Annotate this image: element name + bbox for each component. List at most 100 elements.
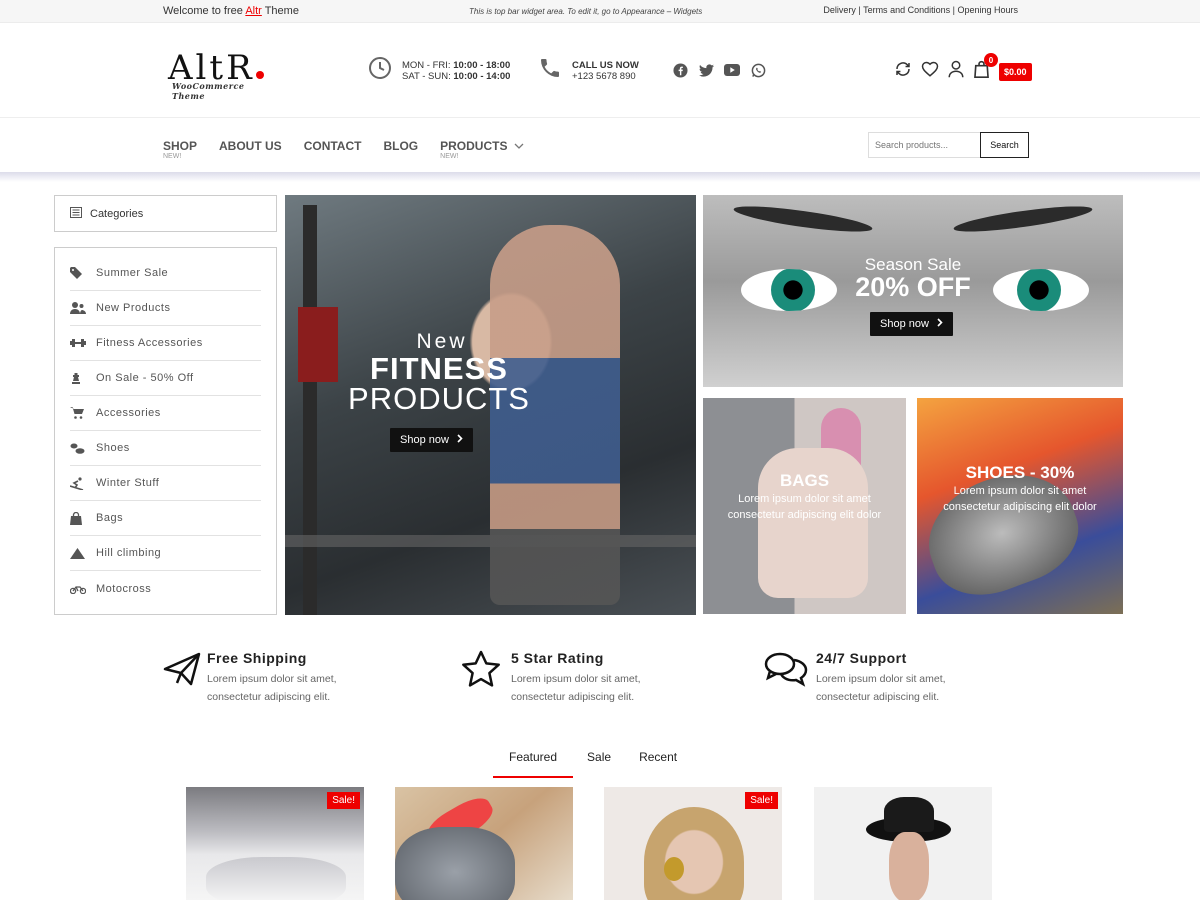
nav-item-about-us[interactable]: ABOUT US bbox=[219, 139, 282, 153]
banner-bags[interactable]: BAGS Lorem ipsum dolor sit amet consecte… bbox=[703, 398, 906, 614]
category-shoes[interactable]: Shoes bbox=[70, 431, 261, 466]
category-hill-climbing[interactable]: Hill climbing bbox=[70, 536, 261, 571]
category-label: On Sale - 50% Off bbox=[96, 372, 194, 384]
feature-text: Lorem ipsum dolor sit amet, consectetur … bbox=[816, 673, 946, 703]
category-fitness-accessories[interactable]: Fitness Accessories bbox=[70, 326, 261, 361]
nav-item-contact[interactable]: CONTACT bbox=[304, 139, 362, 153]
category-label: Shoes bbox=[96, 442, 130, 454]
category-summer-sale[interactable]: Summer Sale bbox=[70, 256, 261, 291]
clock-icon bbox=[368, 56, 392, 85]
product-image bbox=[206, 857, 346, 900]
feature-support: 24/7 Support Lorem ipsum dolor sit amet,… bbox=[764, 650, 1001, 706]
product-image-hat bbox=[884, 797, 934, 832]
category-accessories[interactable]: Accessories bbox=[70, 396, 261, 431]
product-card[interactable] bbox=[814, 787, 992, 900]
phone-icon bbox=[538, 56, 562, 85]
cart-button[interactable]: 0 bbox=[973, 53, 998, 83]
top-bar: Welcome to free Altr Theme This is top b… bbox=[0, 0, 1200, 23]
banner-shoes-title: SHOES - 30% bbox=[965, 463, 1075, 482]
banner-fitness-shop-button[interactable]: Shop now bbox=[390, 428, 473, 452]
product-tabs: Featured Sale Recent bbox=[493, 750, 693, 778]
categories-title: Categories bbox=[90, 207, 144, 220]
whatsapp-icon[interactable] bbox=[750, 62, 766, 78]
nav-item-new-tag: NEW! bbox=[440, 153, 459, 160]
mountain-icon bbox=[70, 547, 96, 559]
banner-season-caption: Season Sale 20% OFF bbox=[703, 255, 1123, 302]
nav-item-products[interactable]: PRODUCTS NEW! bbox=[440, 139, 524, 160]
category-label: Bags bbox=[96, 512, 124, 524]
shoe-icon bbox=[70, 443, 96, 454]
youtube-icon[interactable] bbox=[724, 62, 740, 78]
category-on-sale[interactable]: On Sale - 50% Off bbox=[70, 361, 261, 396]
facebook-icon[interactable] bbox=[672, 62, 688, 78]
banner-season-sale[interactable]: Season Sale 20% OFF Shop now bbox=[703, 195, 1123, 387]
banner-fitness-caption: New FITNESS PRODUCTS bbox=[285, 330, 585, 414]
main-navigation: SHOP NEW! ABOUT US CONTACT BLOG PRODUCTS… bbox=[0, 118, 1200, 173]
category-label: New Products bbox=[96, 302, 171, 314]
paper-plane-icon bbox=[163, 650, 207, 706]
compare-icon[interactable] bbox=[894, 60, 912, 83]
tag-icon bbox=[70, 267, 96, 279]
feature-title: 5 Star Rating bbox=[511, 650, 604, 666]
nav-item-label: CONTACT bbox=[303, 139, 362, 153]
banner-season-shop-button[interactable]: Shop now bbox=[870, 312, 953, 336]
chevron-down-icon bbox=[511, 139, 524, 153]
sale-badge: Sale! bbox=[745, 792, 778, 809]
site-logo[interactable]: AltR WooCommerce Theme bbox=[168, 51, 264, 101]
banner-shoes[interactable]: SHOES - 30% Lorem ipsum dolor sit amet c… bbox=[917, 398, 1123, 614]
product-image bbox=[644, 807, 744, 900]
banner-season-line2: 20% OFF bbox=[855, 272, 971, 302]
account-user-icon[interactable] bbox=[948, 60, 964, 83]
nav-item-blog[interactable]: BLOG bbox=[383, 139, 418, 153]
categories-header[interactable]: Categories bbox=[54, 195, 277, 232]
tab-sale[interactable]: Sale bbox=[573, 750, 625, 778]
terms-link[interactable]: Terms and Conditions bbox=[863, 5, 950, 15]
twitter-icon[interactable] bbox=[698, 62, 714, 78]
header-actions: 0 $0.00 bbox=[894, 53, 1032, 83]
category-new-products[interactable]: New Products bbox=[70, 291, 261, 326]
search-input[interactable] bbox=[868, 132, 980, 158]
welcome-pre: Welcome to free bbox=[163, 5, 243, 17]
tab-featured[interactable]: Featured bbox=[493, 750, 574, 778]
tab-recent[interactable]: Recent bbox=[625, 750, 693, 778]
site-header: AltR WooCommerce Theme MON - FRI: 10:00 … bbox=[0, 23, 1200, 118]
welcome-text: Welcome to free Altr Theme bbox=[163, 5, 299, 17]
nav-item-label: ABOUT US bbox=[219, 139, 282, 153]
feature-free-shipping: Free Shipping Lorem ipsum dolor sit amet… bbox=[163, 650, 392, 706]
feature-text: Lorem ipsum dolor sit amet, consectetur … bbox=[511, 673, 641, 703]
bag-icon bbox=[70, 511, 96, 525]
product-card[interactable]: Sale! bbox=[186, 787, 364, 900]
banner-fitness-line2: FITNESS bbox=[370, 351, 508, 386]
banner-bags-text: Lorem ipsum dolor sit amet consectetur a… bbox=[727, 493, 882, 521]
category-motocross[interactable]: Motocross bbox=[70, 571, 261, 606]
product-image bbox=[395, 827, 515, 900]
feature-5-star-rating: 5 Star Rating Lorem ipsum dolor sit amet… bbox=[461, 650, 696, 706]
delivery-link[interactable]: Delivery bbox=[823, 5, 856, 15]
hours-time-weekdays: 10:00 - 18:00 bbox=[453, 59, 511, 71]
chat-icon bbox=[764, 650, 816, 706]
search-button[interactable]: Search bbox=[980, 132, 1029, 158]
nav-item-label: SHOP bbox=[163, 139, 198, 153]
wishlist-heart-icon[interactable] bbox=[921, 60, 939, 83]
social-links bbox=[672, 62, 766, 78]
nav-item-label: PRODUCTS bbox=[440, 139, 508, 153]
welcome-brand-link[interactable]: Altr bbox=[245, 5, 262, 17]
top-bar-widget-text: This is top bar widget area. To edit it,… bbox=[469, 7, 703, 16]
cart-total[interactable]: $0.00 bbox=[999, 62, 1032, 81]
banner-fitness-line3: PRODUCTS bbox=[348, 381, 530, 416]
opening-hours-link[interactable]: Opening Hours bbox=[957, 5, 1018, 15]
phone-number[interactable]: +123 5678 890 bbox=[572, 71, 639, 82]
category-label: Motocross bbox=[96, 582, 152, 595]
nav-item-shop[interactable]: SHOP NEW! bbox=[163, 139, 198, 160]
sale-badge: Sale! bbox=[327, 792, 360, 809]
product-card[interactable] bbox=[395, 787, 573, 900]
top-bar-links: Delivery | Terms and Conditions | Openin… bbox=[823, 5, 1018, 15]
banner-fitness[interactable]: New FITNESS PRODUCTS Shop now bbox=[285, 195, 696, 615]
opening-hours: MON - FRI: 10:00 - 18:00 SAT - SUN: 10:0… bbox=[368, 56, 510, 85]
banner-bags-caption: BAGS Lorem ipsum dolor sit amet consecte… bbox=[703, 471, 906, 523]
nav-item-new-tag: NEW! bbox=[163, 153, 182, 160]
product-card[interactable]: Sale! bbox=[604, 787, 782, 900]
category-label: Summer Sale bbox=[96, 267, 169, 279]
category-bags[interactable]: Bags bbox=[70, 501, 261, 536]
category-winter-stuff[interactable]: Winter Stuff bbox=[70, 466, 261, 501]
